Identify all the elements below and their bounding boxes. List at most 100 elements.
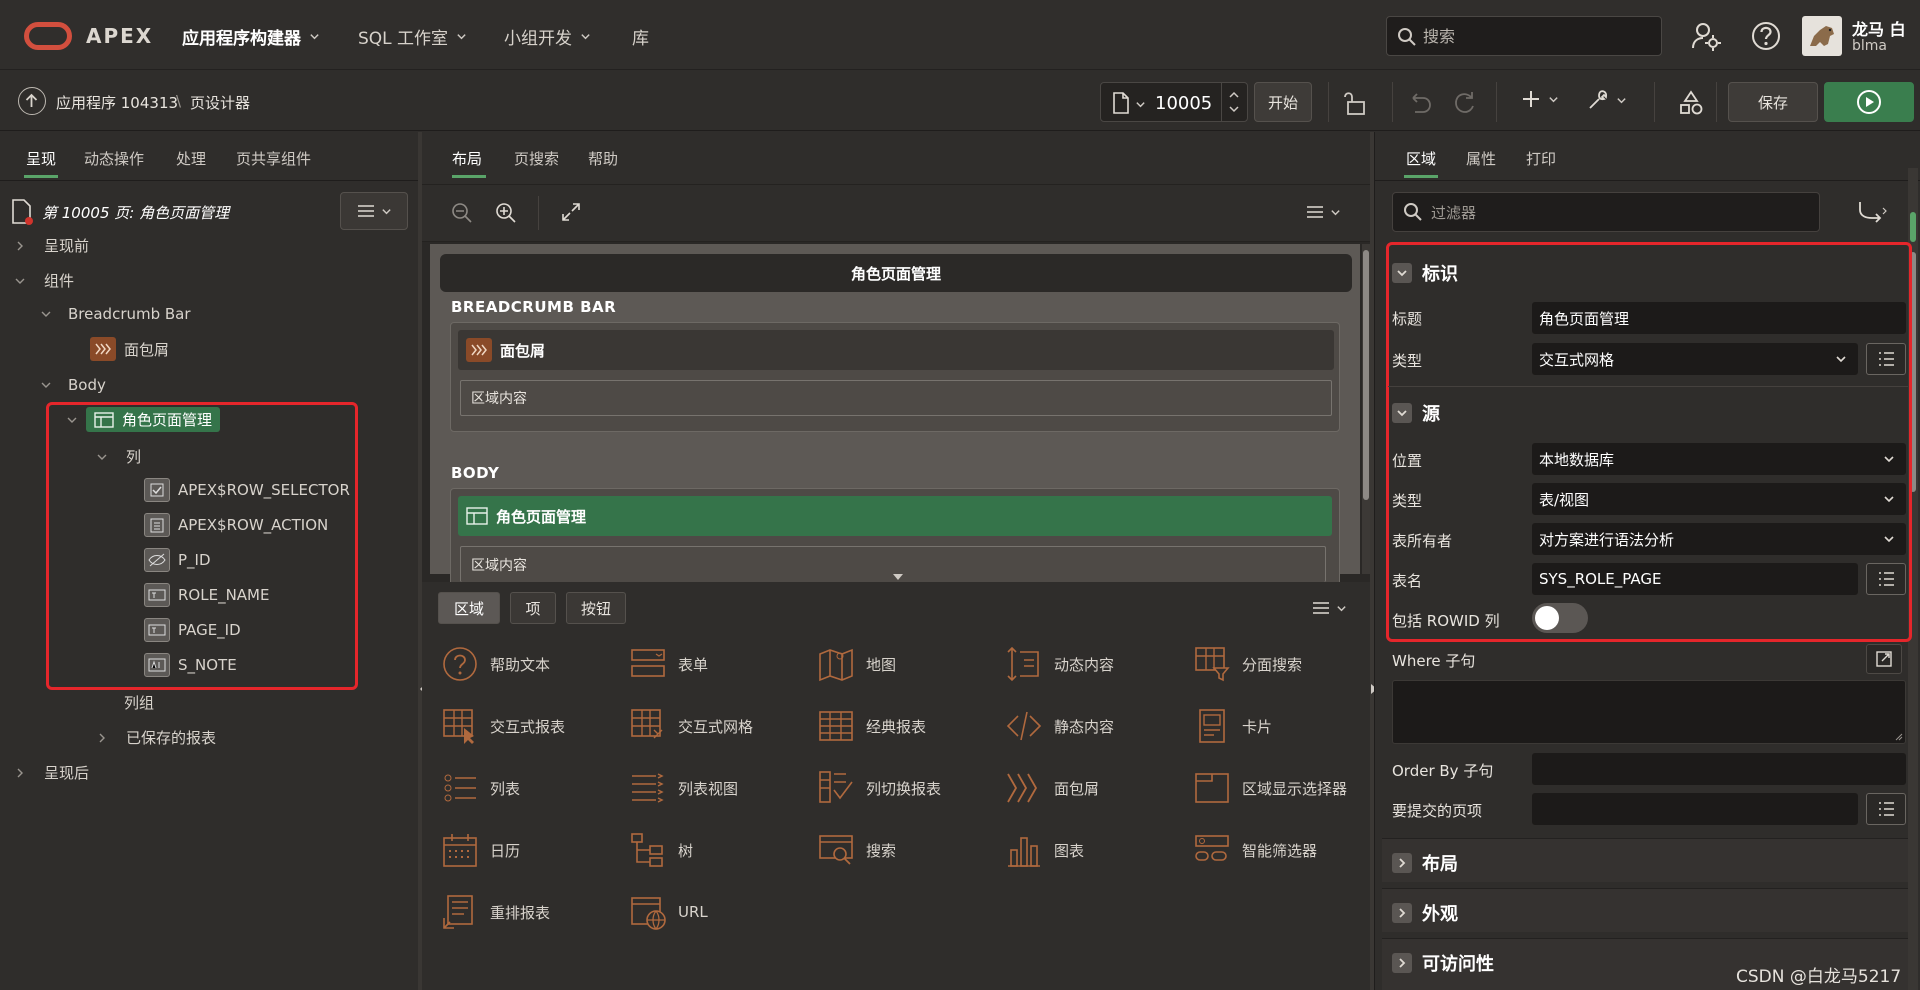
tree-node-body[interactable]: Body [40, 376, 106, 394]
unlock-icon[interactable] [1342, 88, 1372, 118]
gallery-item[interactable]: 卡片 [1192, 706, 1380, 746]
canvas-breadcrumb-region[interactable]: 面包屑 [458, 330, 1334, 370]
tree-node-column-groups[interactable]: 列组 [124, 692, 154, 713]
gallery-item[interactable]: 重排报表 [440, 892, 628, 932]
nav-team-dev[interactable]: 小组开发 [504, 24, 591, 49]
table-name-field[interactable]: SYS_ROLE_PAGE [1532, 563, 1858, 595]
nav-sql-workshop[interactable]: SQL 工作室 [358, 24, 467, 49]
chevron-right-icon[interactable] [1392, 953, 1412, 973]
nav-app-builder[interactable]: 应用程序构建器 [182, 24, 320, 49]
gallery-item[interactable]: 树 [628, 830, 816, 870]
tree-node-breadcrumb-bar[interactable]: Breadcrumb Bar [40, 305, 191, 323]
gallery-item[interactable]: 静态内容 [1004, 706, 1192, 746]
tree-node-breadcrumb-region[interactable]: 面包屑 [90, 337, 169, 361]
chevron-right-icon[interactable] [14, 240, 26, 252]
property-scrollbar[interactable] [1908, 168, 1918, 248]
gallery-item[interactable]: 智能筛选器 [1192, 830, 1380, 870]
gallery-item[interactable]: 动态内容 [1004, 644, 1192, 684]
tab-layout[interactable]: 布局 [452, 148, 482, 169]
expand-icon[interactable] [560, 201, 582, 223]
page-node[interactable]: 第 10005 页: 角色页面管理 [10, 198, 229, 226]
resize-handle-icon[interactable] [1893, 731, 1903, 741]
up-arrow-icon[interactable] [18, 87, 46, 115]
gallery-item[interactable]: 帮助文本 [440, 644, 628, 684]
go-button[interactable]: 开始 [1254, 82, 1312, 122]
tab-printing[interactable]: 打印 [1526, 148, 1556, 169]
tree-node-grid-region[interactable]: 角色页面管理 [66, 407, 221, 432]
gallery-item[interactable]: 地图 [816, 644, 1004, 684]
oracle-logo-icon[interactable] [24, 22, 72, 50]
chevron-down-icon[interactable] [1392, 263, 1412, 283]
tree-column-item[interactable]: PAGE_ID [144, 618, 241, 642]
filter-input[interactable] [1431, 202, 1811, 224]
gallery-item[interactable]: 日历 [440, 830, 628, 870]
search-input[interactable] [1423, 25, 1653, 47]
zoom-out-icon[interactable] [450, 201, 474, 225]
tree-column-item[interactable]: P_ID [144, 548, 211, 572]
property-filter[interactable] [1392, 192, 1820, 232]
tree-node-components[interactable]: 组件 [14, 270, 74, 291]
chevron-down-icon[interactable] [40, 379, 52, 391]
section-appearance[interactable]: 外观 [1382, 888, 1908, 932]
scrollbar-thumb[interactable] [1363, 250, 1369, 500]
utilities-menu-button[interactable] [1586, 88, 1627, 112]
scrollbar-thumb[interactable] [1910, 212, 1916, 242]
layout-menu-button[interactable] [1306, 204, 1341, 220]
canvas-grid-region[interactable]: 角色页面管理 [458, 496, 1332, 536]
gallery-tab-items[interactable]: 项 [510, 592, 556, 624]
chevron-right-icon[interactable] [96, 732, 108, 744]
breadcrumb-app-link[interactable]: 应用程序 104313 [56, 92, 178, 113]
gallery-item[interactable]: URL [628, 892, 816, 932]
undo-icon[interactable] [1405, 88, 1435, 118]
page-number-selector[interactable] [1100, 82, 1248, 122]
shared-components-icon[interactable] [1676, 88, 1706, 118]
chevron-down-icon[interactable] [14, 275, 26, 287]
chevron-down-icon[interactable] [1135, 99, 1146, 110]
tab-rendering[interactable]: 呈现 [26, 148, 56, 169]
list-button[interactable] [1866, 343, 1906, 375]
chevron-right-icon[interactable] [1392, 903, 1412, 923]
gallery-item[interactable]: 区域显示选择器 [1192, 768, 1380, 808]
where-clause-textarea[interactable] [1392, 680, 1906, 744]
tab-processing[interactable]: 处理 [176, 148, 206, 169]
gallery-item[interactable]: 列表 [440, 768, 628, 808]
list-button[interactable] [1866, 563, 1906, 595]
tab-help[interactable]: 帮助 [588, 148, 618, 169]
tab-region[interactable]: 区域 [1406, 148, 1436, 169]
section-source[interactable]: 源 [1392, 400, 1440, 426]
section-layout[interactable]: 布局 [1382, 838, 1908, 882]
tree-node-saved-reports[interactable]: 已保存的报表 [96, 727, 216, 748]
chevron-down-icon[interactable] [1392, 403, 1412, 423]
orderby-field[interactable] [1532, 753, 1906, 785]
tree-node-columns[interactable]: 列 [96, 446, 141, 467]
gallery-item[interactable]: 图表 [1004, 830, 1192, 870]
gallery-tab-buttons[interactable]: 按钮 [566, 592, 626, 624]
chevron-down-icon[interactable] [96, 451, 108, 463]
help-icon[interactable] [1750, 20, 1782, 52]
administration-icon[interactable] [1690, 20, 1722, 52]
tab-attributes[interactable]: 属性 [1466, 148, 1496, 169]
chevron-right-icon[interactable] [1392, 853, 1412, 873]
nav-gallery[interactable]: 库 [632, 24, 649, 49]
page-number-input[interactable] [1155, 91, 1215, 115]
gallery-item[interactable]: 交互式报表 [440, 706, 628, 746]
section-identification[interactable]: 标识 [1392, 260, 1458, 286]
chevron-down-icon[interactable] [40, 308, 52, 320]
gallery-item[interactable]: 交互式网格 [628, 706, 816, 746]
save-button[interactable]: 保存 [1728, 82, 1818, 122]
gallery-menu-button[interactable] [1312, 600, 1347, 616]
canvas-page-title[interactable]: 角色页面管理 [440, 254, 1352, 292]
tab-page-search[interactable]: 页搜索 [514, 148, 559, 169]
global-search[interactable] [1386, 16, 1662, 56]
stepper-icon[interactable] [1227, 87, 1241, 117]
tree-node-after-render[interactable]: 呈现后 [14, 762, 89, 783]
gallery-item[interactable]: 搜索 [816, 830, 1004, 870]
gallery-item[interactable]: 经典报表 [816, 706, 1004, 746]
tab-dynamic-actions[interactable]: 动态操作 [84, 148, 144, 169]
splitter-handle-icon[interactable] [893, 574, 903, 580]
canvas-scrollbar[interactable] [1362, 244, 1370, 574]
create-menu-button[interactable] [1520, 88, 1559, 110]
gallery-item[interactable]: 列表视图 [628, 768, 816, 808]
tree-menu-button[interactable] [340, 192, 408, 230]
tab-shared-components[interactable]: 页共享组件 [236, 148, 311, 169]
